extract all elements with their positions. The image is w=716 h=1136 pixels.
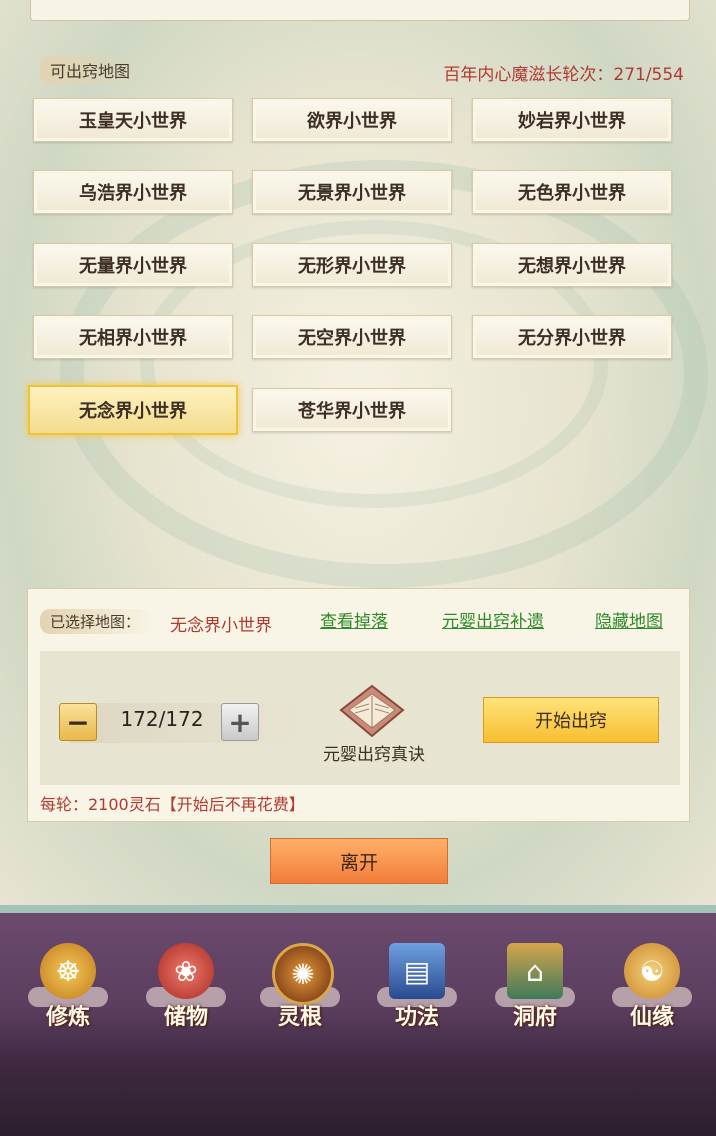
decrease-button[interactable]: −	[59, 703, 97, 741]
start-expedition-button[interactable]: 开始出窍	[483, 697, 659, 743]
map-button[interactable]: 无分界小世界	[472, 315, 672, 359]
gourd-yinyang-icon: ☯	[624, 943, 680, 999]
nav-divider	[0, 905, 716, 913]
leave-button[interactable]: 离开	[270, 838, 448, 884]
map-button[interactable]: 玉皇天小世界	[33, 98, 233, 142]
nav-label: 仙缘	[629, 1005, 674, 1030]
nav-label: 修炼	[45, 1005, 90, 1030]
bottom-nav: ☸ 修炼 ❀ 储物 ✺ 灵根 ▤ 功法 ⌂ 洞府 ☯ 仙缘	[0, 905, 716, 1136]
increase-button[interactable]: +	[221, 703, 259, 741]
selected-map-label: 已选择地图：	[40, 609, 155, 634]
map-button[interactable]: 妙岩界小世界	[472, 98, 672, 142]
map-button[interactable]: 欲界小世界	[252, 98, 452, 142]
nav-cave-mansion[interactable]: ⌂ 洞府	[485, 943, 585, 1038]
nav-techniques[interactable]: ▤ 功法	[367, 943, 467, 1038]
map-button[interactable]: 无景界小世界	[252, 170, 452, 214]
selected-map-value: 无念界小世界	[170, 616, 272, 636]
rounds-counter: 百年内心魔滋长轮次：271/554	[443, 65, 684, 85]
pavilion-icon: ⌂	[507, 943, 563, 999]
map-button[interactable]: 无色界小世界	[472, 170, 672, 214]
book-icon[interactable]	[337, 684, 407, 740]
map-button[interactable]: 无想界小世界	[472, 243, 672, 287]
map-button[interactable]: 无空界小世界	[252, 315, 452, 359]
map-button-selected[interactable]: 无念界小世界	[28, 385, 238, 435]
map-panel: 可出窍地图 百年内心魔滋长轮次：271/554 玉皇天小世界 欲界小世界 妙岩界…	[0, 0, 716, 905]
meditating-figure-icon: ☸	[40, 943, 96, 999]
nav-fate[interactable]: ☯ 仙缘	[602, 943, 702, 1038]
hide-map-link[interactable]: 隐藏地图	[595, 607, 663, 632]
map-button[interactable]: 乌浩界小世界	[33, 170, 233, 214]
swirl-orb-icon: ✺	[272, 943, 334, 1005]
nav-label: 储物	[163, 1005, 208, 1030]
view-drops-link[interactable]: 查看掉落	[320, 607, 388, 632]
nav-label: 功法	[394, 1005, 439, 1030]
treasure-bag-icon: ❀	[158, 943, 214, 999]
top-frame	[30, 0, 690, 21]
nav-label: 洞府	[512, 1005, 557, 1030]
compensation-link[interactable]: 元婴出窍补遗	[442, 607, 544, 632]
count-value: 172/172	[120, 707, 204, 731]
map-button[interactable]: 无相界小世界	[33, 315, 233, 359]
available-maps-label: 可出窍地图	[40, 56, 145, 84]
map-button[interactable]: 无量界小世界	[33, 243, 233, 287]
nav-label: 灵根	[277, 1005, 322, 1030]
item-label: 元婴出窍真诀	[323, 745, 425, 765]
book-stack-icon: ▤	[389, 943, 445, 999]
cost-text: 每轮：2100灵石【开始后不再花费】	[40, 795, 305, 814]
map-button[interactable]: 无形界小世界	[252, 243, 452, 287]
nav-spirit-root[interactable]: ✺ 灵根	[250, 943, 350, 1038]
map-button[interactable]: 苍华界小世界	[252, 388, 452, 432]
nav-cultivate[interactable]: ☸ 修炼	[18, 943, 118, 1038]
nav-storage[interactable]: ❀ 储物	[136, 943, 236, 1038]
